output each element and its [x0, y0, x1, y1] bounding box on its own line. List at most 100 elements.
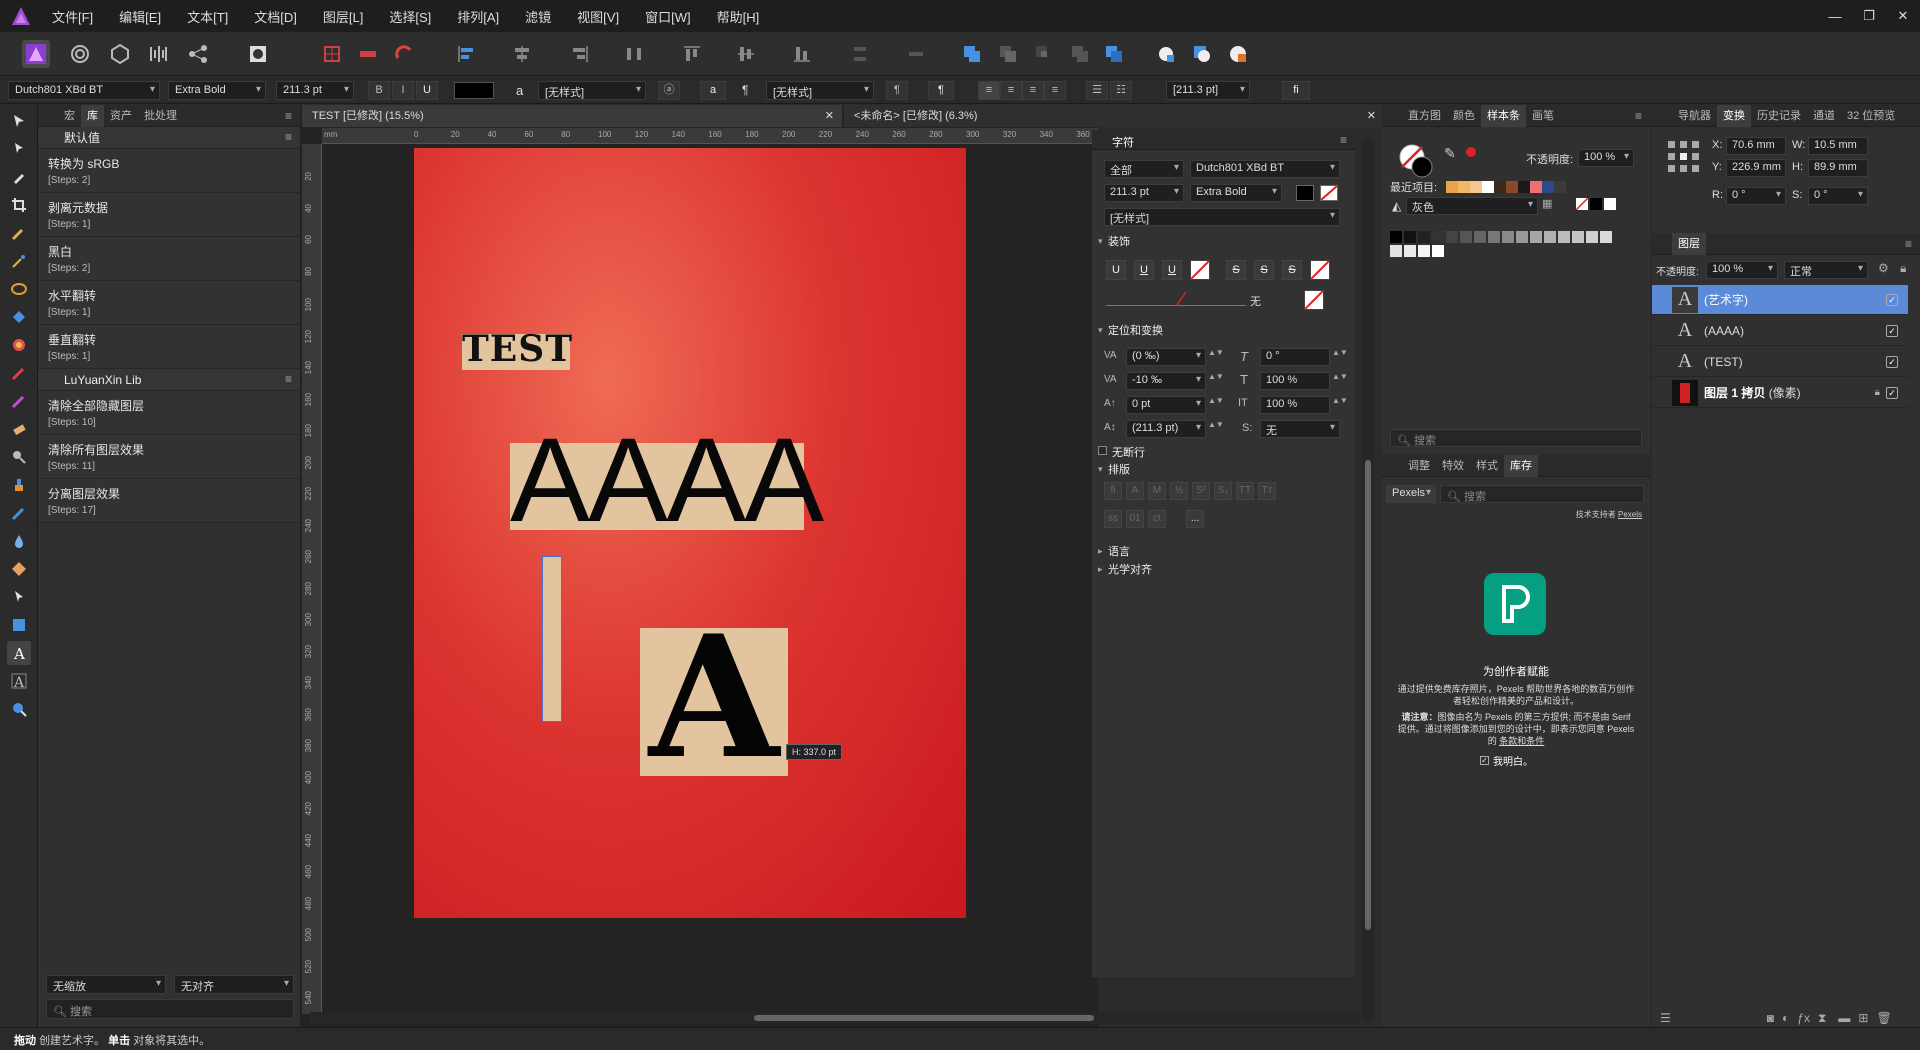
- align-center-text-icon[interactable]: ≡: [1000, 81, 1022, 100]
- char-size-dropdown[interactable]: 211.3 pt: [1104, 184, 1184, 202]
- gradient-tool-icon[interactable]: [7, 333, 31, 357]
- align-right-icon[interactable]: [566, 40, 594, 68]
- align-dropdown[interactable]: 无对齐: [174, 975, 294, 994]
- leading-dropdown[interactable]: [211.3 pt]: [1166, 81, 1250, 100]
- tab-swatches[interactable]: 样本条: [1481, 104, 1526, 127]
- char-style-select[interactable]: [无样式]: [1104, 208, 1340, 226]
- recent-swatch[interactable]: [1530, 181, 1542, 193]
- typo-subscript-icon[interactable]: S₂: [1214, 482, 1232, 500]
- artboard[interactable]: TEST AAAA A H: 337.0 pt: [414, 148, 966, 918]
- justify-text-icon[interactable]: ≡: [1044, 81, 1066, 100]
- macro-item[interactable]: 清除全部隐藏图层 [Steps: 10]: [38, 391, 300, 435]
- move-tool-icon[interactable]: [7, 109, 31, 133]
- macro-item[interactable]: 黑白 [Steps: 2]: [38, 237, 300, 281]
- auto-space-icon[interactable]: [902, 40, 930, 68]
- close-tab-icon[interactable]: ✕: [825, 105, 834, 127]
- vertical-scrollbar[interactable]: [1362, 140, 1374, 1020]
- tab-styles[interactable]: 样式: [1470, 455, 1504, 477]
- menu-select[interactable]: 选择[S]: [389, 7, 431, 26]
- restore-icon[interactable]: ❐: [1852, 8, 1886, 24]
- tab-32bit[interactable]: 32 位预览: [1841, 105, 1901, 127]
- eraser-tool-icon[interactable]: [7, 417, 31, 441]
- swatch[interactable]: [1432, 231, 1444, 243]
- close-window-icon[interactable]: ✕: [1886, 8, 1920, 24]
- typo-more-button[interactable]: ...: [1186, 510, 1204, 528]
- h-field[interactable]: 89.9 mm: [1808, 159, 1868, 177]
- section-decoration[interactable]: 装饰: [1094, 232, 1353, 250]
- section-language[interactable]: 语言: [1094, 542, 1353, 560]
- menu-help[interactable]: 帮助[H]: [717, 7, 760, 26]
- font-weight-dropdown[interactable]: Extra Bold: [168, 81, 266, 100]
- align-bottom-icon[interactable]: [788, 40, 816, 68]
- tracking-field[interactable]: -10 ‰: [1126, 372, 1206, 390]
- tracking-stepper[interactable]: ▲▼: [1208, 372, 1224, 381]
- magnet-icon[interactable]: [390, 40, 418, 68]
- menu-filters[interactable]: 滤镜: [525, 7, 551, 26]
- tab-adjustments[interactable]: 调整: [1402, 455, 1436, 477]
- boolean-subtract-icon[interactable]: [994, 40, 1022, 68]
- gear-icon[interactable]: ⚙: [1878, 261, 1889, 275]
- rectangle-tool-icon[interactable]: [7, 613, 31, 637]
- artistic-text-tool-icon[interactable]: A: [7, 641, 31, 665]
- photo-persona-icon[interactable]: [22, 40, 50, 68]
- aaaa-text[interactable]: AAAA: [510, 420, 824, 540]
- swatch[interactable]: [1586, 231, 1598, 243]
- visibility-checkbox[interactable]: ✓: [1886, 324, 1898, 337]
- align-center-h-icon[interactable]: [508, 40, 536, 68]
- pexels-link[interactable]: Pexels: [1618, 510, 1642, 519]
- layer-row[interactable]: A (TEST) ✓: [1652, 347, 1908, 377]
- lock-icon[interactable]: 🔒︎: [1900, 261, 1906, 276]
- underline-thick-icon[interactable]: U: [1162, 260, 1182, 280]
- typo-ornament-icon[interactable]: ct: [1148, 510, 1166, 528]
- italic-button[interactable]: I: [392, 81, 414, 100]
- layer-opacity-field[interactable]: 100 %: [1706, 261, 1778, 279]
- swatch[interactable]: [1404, 231, 1416, 243]
- tone-mapping-persona-icon[interactable]: [144, 40, 172, 68]
- horizontal-scale-field[interactable]: 100 %: [1260, 396, 1330, 414]
- visibility-checkbox[interactable]: ✓: [1886, 355, 1898, 368]
- menu-text[interactable]: 文本[T]: [187, 7, 228, 26]
- color-picker-tool-icon[interactable]: [7, 165, 31, 189]
- swatch[interactable]: [1418, 231, 1430, 243]
- w-field[interactable]: 10.5 mm: [1808, 137, 1868, 155]
- blur-tool-icon[interactable]: [7, 529, 31, 553]
- layer-stack-icon[interactable]: ☰: [1660, 1011, 1671, 1025]
- anchor-grid-icon[interactable]: [1668, 141, 1700, 173]
- nobreak-checkbox[interactable]: [1098, 446, 1107, 455]
- paint-brush-tool-icon[interactable]: [7, 361, 31, 385]
- swatch[interactable]: [1446, 231, 1458, 243]
- strike-double-icon[interactable]: S: [1254, 260, 1274, 280]
- liquify-persona-icon[interactable]: [66, 40, 94, 68]
- palette-grid-icon[interactable]: ▦: [1542, 197, 1552, 210]
- hscale-stepper[interactable]: ▲▼: [1332, 396, 1348, 405]
- tab-brushes[interactable]: 画笔: [1526, 105, 1560, 127]
- strike-thick-icon[interactable]: S: [1282, 260, 1302, 280]
- outline-color-swatch[interactable]: [1304, 290, 1324, 310]
- vertical-scroll-thumb[interactable]: [1365, 460, 1371, 930]
- group-menu-icon[interactable]: ≡: [285, 130, 292, 144]
- tab-assets[interactable]: 资产: [104, 105, 138, 127]
- tab-effects[interactable]: 特效: [1436, 455, 1470, 477]
- visibility-checkbox[interactable]: ✓: [1886, 293, 1898, 306]
- s-dropdown[interactable]: 无: [1260, 420, 1340, 438]
- align-v-dist-icon[interactable]: [846, 40, 874, 68]
- develop-persona-icon[interactable]: [106, 40, 134, 68]
- bold-button[interactable]: B: [368, 81, 390, 100]
- section-position-transform[interactable]: 定位和变换: [1094, 321, 1353, 339]
- char-fill-swatch[interactable]: [1296, 185, 1314, 201]
- macro-search-input[interactable]: 🔍︎ 搜索: [46, 999, 294, 1019]
- menu-file[interactable]: 文件[F]: [52, 7, 93, 26]
- folder-icon[interactable]: ▬: [1838, 1011, 1850, 1025]
- none-swatch[interactable]: [1575, 197, 1589, 211]
- scale-dropdown[interactable]: 无缩放: [46, 975, 166, 994]
- char-style-dropdown[interactable]: [无样式]: [538, 81, 646, 100]
- tab-batch[interactable]: 批处理: [138, 105, 183, 127]
- boolean-divide-icon[interactable]: [1100, 40, 1128, 68]
- swatch[interactable]: [1390, 245, 1402, 257]
- tab-history[interactable]: 历史记录: [1751, 105, 1807, 127]
- swatch[interactable]: [1432, 245, 1444, 257]
- para-style-clear-icon[interactable]: ¶: [886, 81, 908, 100]
- adjustment-icon[interactable]: ◐: [1782, 1011, 1789, 1025]
- macro-item[interactable]: 分离图层效果 [Steps: 17]: [38, 479, 300, 523]
- macro-item[interactable]: 转换为 sRGB [Steps: 2]: [38, 149, 300, 193]
